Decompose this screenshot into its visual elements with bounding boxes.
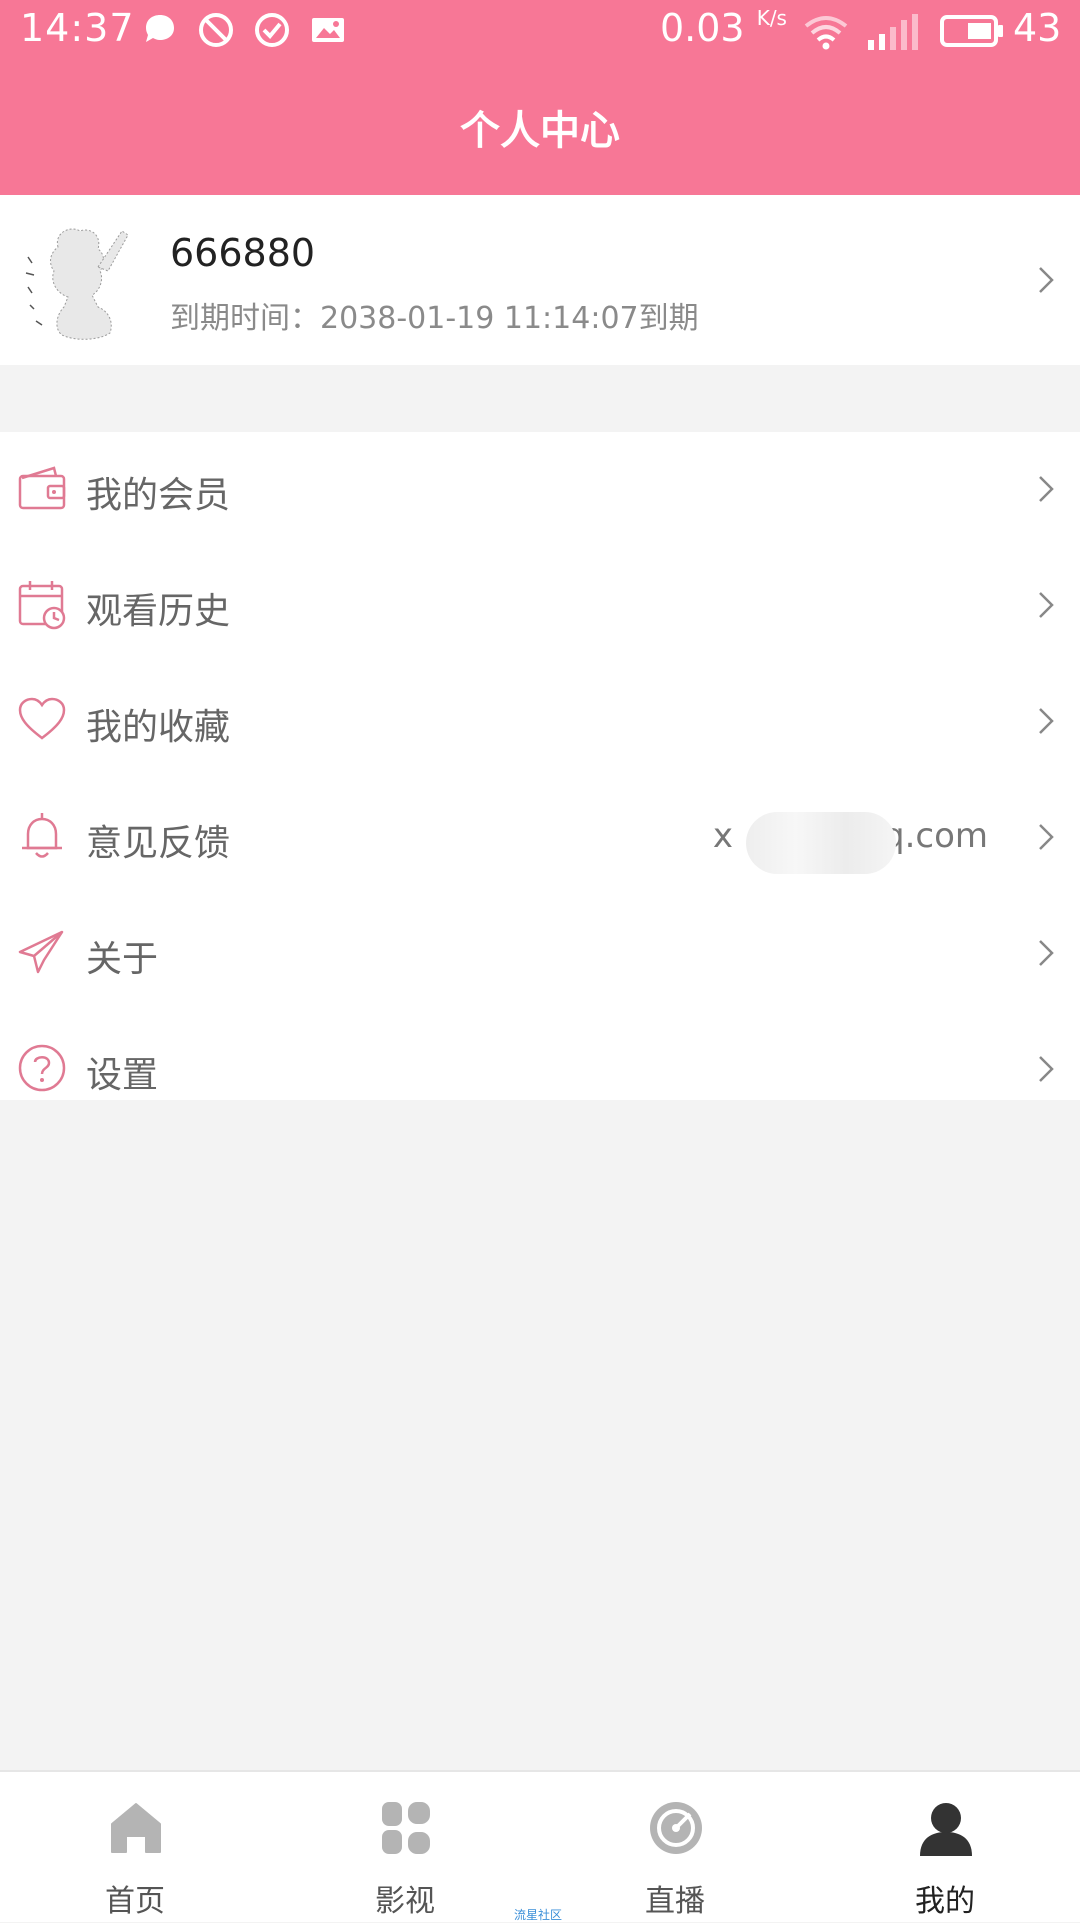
- block-icon: [199, 13, 233, 47]
- signal-icon: [868, 14, 918, 50]
- watermark: 流星社区: [514, 1908, 563, 1922]
- app-header: 14:37 0.03 K/s 43 个人中心: [0, 0, 1080, 195]
- user-icon: [920, 1803, 972, 1856]
- menu-item-favorites[interactable]: 我的收藏: [0, 664, 1080, 780]
- tab-label: 影视: [375, 1884, 435, 1919]
- image-icon: [312, 18, 344, 42]
- menu-item-membership[interactable]: 我的会员: [0, 432, 1080, 548]
- tab-label: 首页: [105, 1884, 165, 1919]
- question-circle-icon: [18, 1044, 66, 1092]
- speed-value: 0.03: [660, 6, 745, 50]
- home-icon: [111, 1803, 161, 1853]
- menu-item-about[interactable]: 关于: [0, 896, 1080, 1012]
- menu-list: 我的会员 观看历史 我的收藏 意见反馈 x q.com 关于 设置: [0, 432, 1080, 1100]
- calendar-clock-icon: [18, 581, 66, 630]
- radar-icon: [650, 1802, 702, 1854]
- expire-time: 到期时间：2038-01-19 11:14:07到期: [170, 301, 699, 336]
- speed-unit: K/s: [756, 6, 787, 30]
- menu-label: 设置: [86, 1055, 159, 1096]
- menu-item-watch-history[interactable]: 观看历史: [0, 548, 1080, 664]
- heart-icon: [18, 697, 66, 740]
- chevron-right-icon: [1039, 824, 1054, 850]
- chevron-right-icon: [1039, 476, 1054, 502]
- tab-live[interactable]: 直播: [540, 1772, 810, 1922]
- username: 666880: [170, 231, 316, 275]
- menu-label: 观看历史: [86, 591, 231, 632]
- chat-bubble-icon: [146, 15, 174, 42]
- menu-item-settings[interactable]: 设置: [0, 1012, 1080, 1128]
- menu-label: 意见反馈: [86, 823, 231, 864]
- tab-label: 我的: [915, 1884, 975, 1919]
- wifi-icon: [804, 16, 848, 50]
- wallet-icon: [18, 466, 66, 510]
- menu-label: 我的会员: [86, 475, 231, 516]
- battery-percent: 43: [1013, 6, 1062, 50]
- chevron-right-icon: [1039, 592, 1054, 618]
- chevron-right-icon: [1039, 708, 1054, 734]
- chevron-right-icon: [1039, 1056, 1054, 1082]
- page-title: 个人中心: [460, 108, 620, 154]
- tab-mine[interactable]: 我的: [810, 1772, 1080, 1922]
- grid-icon: [382, 1802, 430, 1854]
- tab-home[interactable]: 首页: [0, 1772, 270, 1922]
- redaction-blur: [746, 812, 896, 874]
- menu-item-feedback[interactable]: 意见反馈 x q.com: [0, 780, 1080, 896]
- battery-icon: [940, 15, 1003, 47]
- status-time: 14:37: [20, 6, 135, 50]
- status-bar: 14:37 0.03 K/s 43: [0, 0, 1080, 62]
- menu-label: 关于: [86, 939, 159, 980]
- email-suffix: q.com: [882, 816, 988, 856]
- network-speed: 0.03 K/s: [660, 6, 787, 50]
- avatar[interactable]: [18, 217, 138, 347]
- chevron-right-icon: [1039, 940, 1054, 966]
- paper-plane-icon: [18, 930, 64, 974]
- notification-icons: [140, 10, 348, 50]
- email-prefix: x: [712, 816, 733, 856]
- tab-video[interactable]: 影视: [270, 1772, 540, 1922]
- profile-card[interactable]: 666880 到期时间：2038-01-19 11:14:07到期: [0, 195, 1080, 365]
- tab-label: 直播: [645, 1884, 705, 1919]
- bottom-tab-bar: 首页 影视 直播 我的: [0, 1770, 1080, 1922]
- check-circle-icon: [255, 13, 289, 47]
- chevron-right-icon: [1039, 267, 1054, 293]
- bell-icon: [22, 813, 62, 858]
- menu-label: 我的收藏: [86, 707, 231, 748]
